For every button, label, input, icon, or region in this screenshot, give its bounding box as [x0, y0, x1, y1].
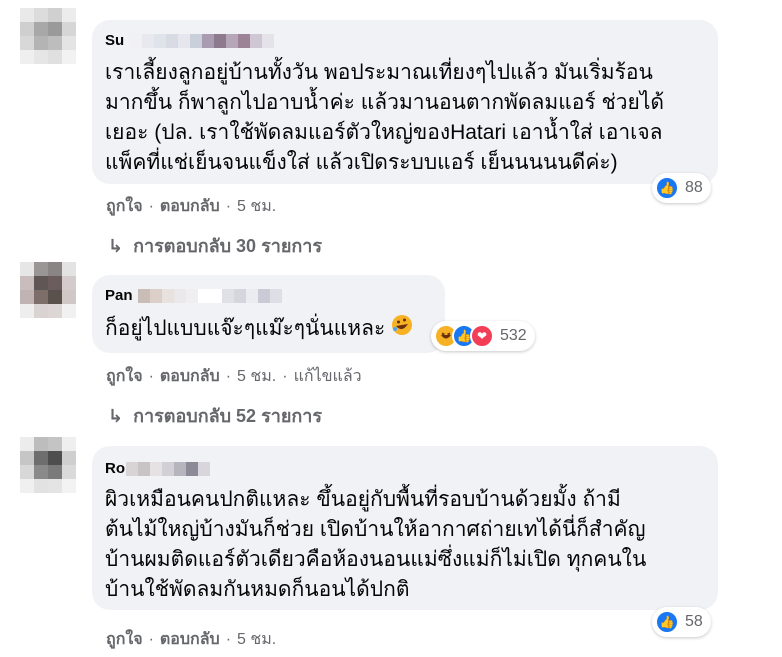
- name-redaction: [126, 462, 210, 476]
- separator: ·: [225, 198, 232, 215]
- comment-text-line: เราเลี้ยงลูกอยู่บ้านทั้งวัน พอประมาณเที่…: [105, 61, 653, 84]
- separator: ·: [148, 198, 154, 215]
- comment-text: ก็อยู่ไปแบบแจ๊ะๆแม๊ะๆนั่นแหละ: [105, 314, 413, 345]
- comment-text-line: บ้านใช้พัดลมกันหมดก็นอนได้ปกติ: [105, 578, 410, 601]
- like-icon: 👍: [655, 176, 679, 200]
- view-replies-link[interactable]: ↳ การตอบกลับ 30 รายการ: [108, 231, 322, 260]
- avatar[interactable]: [20, 8, 76, 64]
- reaction-count: 58: [685, 613, 703, 630]
- comment-text-line: ผิวเหมือนคนปกติแหละ ขึ้นอยู่กับพื้นที่รอ…: [105, 488, 621, 511]
- separator: ·: [148, 631, 154, 648]
- comment-author[interactable]: Su: [105, 32, 124, 49]
- comment-text: ผิวเหมือนคนปกติแหละ ขึ้นอยู่กับพื้นที่รอ…: [105, 485, 646, 605]
- love-icon: ❤: [470, 324, 494, 348]
- view-replies-label: การตอบกลับ 30 รายการ: [133, 236, 323, 256]
- name-redaction: [138, 289, 282, 303]
- reply-arrow-icon: ↳: [108, 406, 124, 426]
- timestamp[interactable]: 5 ชม.: [237, 368, 276, 385]
- reaction-count: 88: [685, 179, 703, 196]
- view-replies-link[interactable]: ↳ การตอบกลับ 52 รายการ: [108, 401, 322, 430]
- comment-author[interactable]: Pan: [105, 287, 133, 304]
- comment-text-line: มากขึ้น ก็พาลูกไปอาบน้ำค่ะ แล้วมานอนตากพ…: [105, 91, 665, 114]
- avatar[interactable]: [20, 437, 76, 493]
- reaction-summary[interactable]: 👍 88: [652, 173, 711, 203]
- reply-link[interactable]: ตอบกลับ: [160, 631, 220, 648]
- comment-actions: ถูกใจ · ตอบกลับ · 5 ชม.: [106, 627, 276, 652]
- reaction-summary[interactable]: 👍 ❤ 532: [431, 321, 535, 351]
- reaction-summary[interactable]: 👍 58: [652, 607, 711, 637]
- comment-author[interactable]: Ro: [105, 460, 125, 477]
- comment-text-line: บ้านผมติดแอร์ตัวเดียวคือห้องนอนแม่ซึ่งแม…: [105, 548, 647, 571]
- comment-text-line: ต้นไม้ใหญ่บ้างมันก็ช่วย เปิดบ้านให้อากาศ…: [105, 518, 646, 541]
- like-icon: 👍: [655, 610, 679, 634]
- name-redaction: [130, 34, 274, 48]
- avatar[interactable]: [20, 262, 76, 318]
- rofl-emoji-icon: [391, 314, 413, 345]
- timestamp[interactable]: 5 ชม.: [237, 198, 276, 215]
- comment-text-line: ก็อยู่ไปแบบแจ๊ะๆแม๊ะๆนั่นแหละ: [105, 317, 386, 341]
- like-link[interactable]: ถูกใจ: [106, 198, 143, 215]
- comment-actions: ถูกใจ · ตอบกลับ · 5 ชม.: [106, 194, 276, 219]
- like-link[interactable]: ถูกใจ: [106, 368, 143, 385]
- comment-text-line: เยอะ (ปล. เราใช้พัดลมแอร์ตัวใหญ่ของHatar…: [105, 121, 663, 144]
- separator: ·: [225, 368, 232, 385]
- comment-text-line: แพ็คที่แช่เย็นจนแข็งใส่ แล้วเปิดระบบแอร์…: [105, 151, 618, 174]
- separator: ·: [225, 631, 232, 648]
- separator: ·: [148, 368, 154, 385]
- comment-text: เราเลี้ยงลูกอยู่บ้านทั้งวัน พอประมาณเที่…: [105, 58, 664, 178]
- edited-label[interactable]: แก้ไขแล้ว: [294, 368, 362, 385]
- reply-arrow-icon: ↳: [108, 236, 124, 256]
- comment-actions: ถูกใจ · ตอบกลับ · 5 ชม. · แก้ไขแล้ว: [106, 364, 362, 389]
- timestamp[interactable]: 5 ชม.: [237, 631, 276, 648]
- view-replies-label: การตอบกลับ 52 รายการ: [133, 406, 323, 426]
- reply-link[interactable]: ตอบกลับ: [160, 368, 220, 385]
- reply-link[interactable]: ตอบกลับ: [160, 198, 220, 215]
- like-link[interactable]: ถูกใจ: [106, 631, 143, 648]
- reaction-count: 532: [500, 327, 527, 344]
- separator: ·: [282, 368, 288, 385]
